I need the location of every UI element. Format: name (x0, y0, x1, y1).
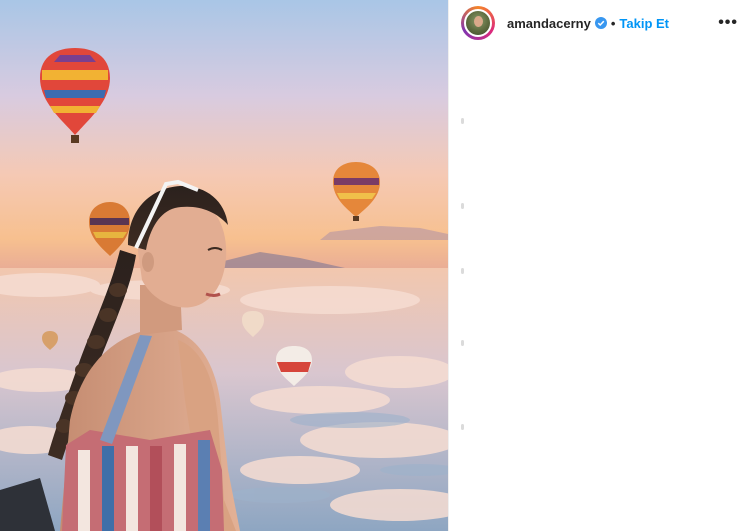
post-header: amandacerny • Takip Et ••• (449, 0, 750, 46)
post-image[interactable] (0, 0, 448, 531)
post-sidebar: amandacerny • Takip Et ••• (448, 0, 750, 531)
follow-button[interactable]: Takip Et (619, 16, 669, 31)
comments-scroll-marker (461, 203, 464, 209)
comments-scroll-marker (461, 268, 464, 274)
verified-badge-icon (594, 17, 607, 29)
comments-scroll-marker (461, 340, 464, 346)
post-photo (0, 0, 448, 531)
username-link[interactable]: amandacerny (507, 16, 591, 31)
more-options-icon[interactable]: ••• (718, 15, 738, 31)
comments-scroll-marker (461, 424, 464, 430)
instagram-post: amandacerny • Takip Et ••• (0, 0, 750, 531)
avatar[interactable] (461, 6, 495, 40)
avatar-image (464, 9, 492, 37)
comments-scroll-marker (461, 118, 464, 124)
header-separator: • (610, 15, 616, 31)
